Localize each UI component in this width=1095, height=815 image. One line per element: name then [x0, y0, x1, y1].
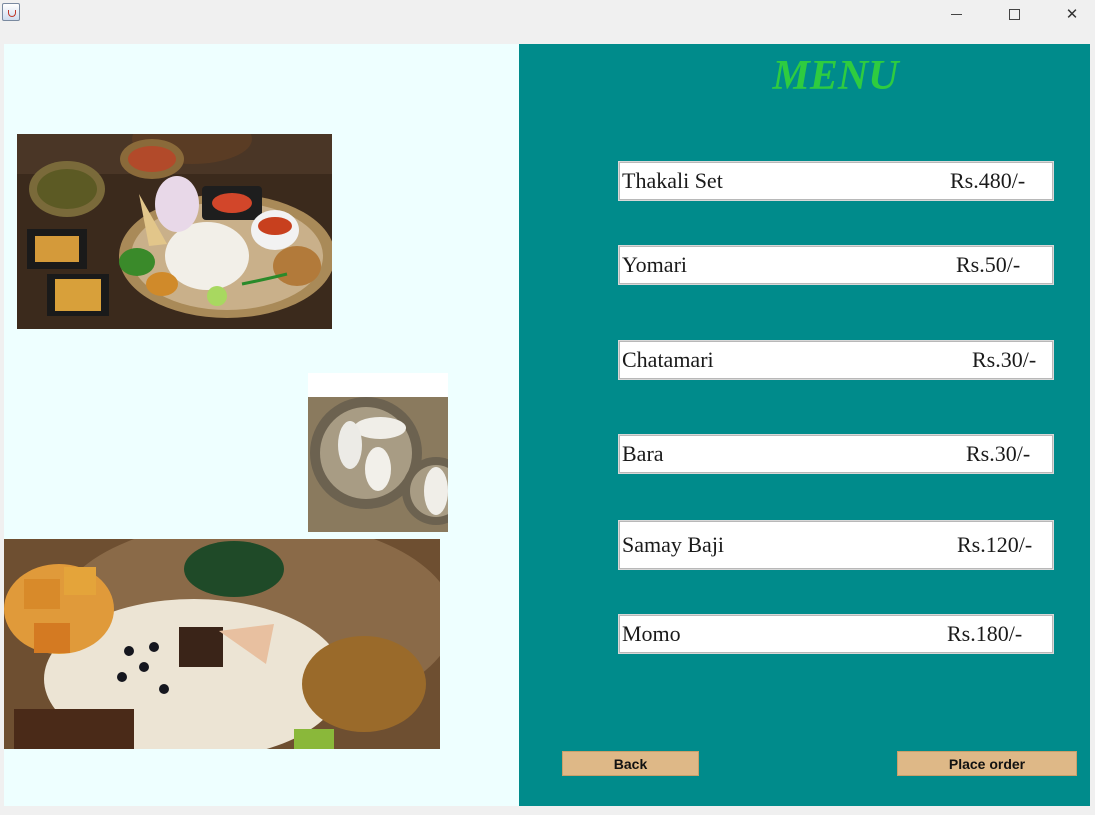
back-button[interactable]: Back	[562, 751, 699, 776]
menu-item-price: Rs.480/-	[950, 168, 1026, 193]
menu-item-name: Bara	[622, 441, 664, 466]
menu-panel: MENU Thakali Set Rs.480/- Yomari Rs.50/-…	[519, 44, 1090, 806]
menu-item-name: Thakali Set	[622, 168, 723, 193]
menu-item-momo: Momo Rs.180/-	[618, 614, 1054, 654]
samay-baji-photo	[4, 539, 440, 749]
menu-item-yomari: Yomari Rs.50/-	[618, 245, 1054, 285]
title-bar: ✕	[0, 0, 1095, 31]
menu-item-name: Chatamari	[622, 347, 714, 372]
menu-item-price: Rs.30/-	[972, 347, 1037, 372]
menu-item-name: Momo	[622, 621, 681, 646]
menu-item-price: Rs.50/-	[956, 252, 1021, 277]
menu-item-bara: Bara Rs.30/-	[618, 434, 1054, 474]
java-cup-icon	[2, 3, 20, 21]
menu-item-name: Yomari	[622, 252, 688, 277]
minimize-button[interactable]	[933, 0, 979, 28]
menu-item-thakali-set: Thakali Set Rs.480/-	[618, 161, 1054, 201]
menu-title: MENU	[772, 53, 899, 99]
close-icon: ✕	[1065, 5, 1079, 23]
menu-item-chatamari: Chatamari Rs.30/-	[618, 340, 1054, 380]
menu-item-price: Rs.180/-	[947, 621, 1023, 646]
food-images-panel	[4, 44, 519, 806]
close-button[interactable]: ✕	[1049, 0, 1095, 28]
menu-item-samay-baji: Samay Baji Rs.120/-	[618, 520, 1054, 570]
yomari-photo	[308, 373, 448, 532]
menu-item-price: Rs.120/-	[957, 532, 1033, 557]
thakali-set-photo	[17, 134, 332, 329]
menu-item-price: Rs.30/-	[966, 441, 1031, 466]
maximize-button[interactable]	[991, 0, 1037, 28]
minimize-icon	[950, 13, 962, 15]
place-order-button[interactable]: Place order	[897, 751, 1077, 776]
maximize-icon	[1008, 8, 1020, 20]
menu-item-name: Samay Baji	[622, 532, 725, 557]
